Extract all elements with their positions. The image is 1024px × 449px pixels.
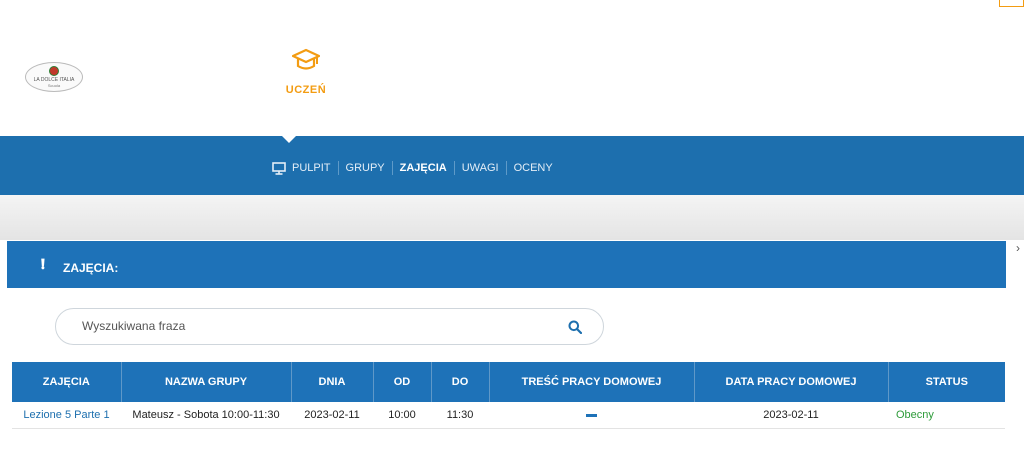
nav-item-oceny[interactable]: OCENY <box>505 161 560 175</box>
school-logo[interactable]: LA DOLCE ITALIA Scuola <box>25 62 83 92</box>
column-header[interactable]: TREŚĆ PRACY DOMOWEJ <box>489 362 695 402</box>
zajecia-panel: ❗︎ ZAJĘCIA: ZAJĘCIA NAZWA GRUPY DNIA OD … <box>7 241 1006 449</box>
main-nav: PULPIT GRUPY ZAJĘCIA UWAGI OCENY <box>0 136 1024 195</box>
exclamation-icon: ❗︎ <box>41 256 45 272</box>
column-header[interactable]: OD <box>373 362 432 402</box>
homework-date-cell: 2023-02-11 <box>694 402 888 429</box>
empty-dash-icon <box>586 413 597 417</box>
column-header[interactable]: STATUS <box>888 362 1005 402</box>
nav-label: UWAGI <box>461 162 499 174</box>
graduation-cap-icon <box>292 48 320 70</box>
panel-title: ZAJĘCIA: <box>63 261 119 275</box>
corner-box <box>999 0 1024 7</box>
column-header[interactable]: NAZWA GRUPY <box>121 362 292 402</box>
column-header[interactable]: DNIA <box>291 362 374 402</box>
search-icon[interactable] <box>568 320 582 334</box>
nav-label: PULPIT <box>292 162 331 174</box>
date-cell: 2023-02-11 <box>291 402 373 429</box>
column-header[interactable]: ZAJĘCIA <box>12 362 122 402</box>
nav-notch <box>282 136 296 143</box>
status-badge: Obecny <box>888 402 1005 429</box>
chevron-right-icon[interactable]: › <box>1016 241 1020 255</box>
search-input[interactable] <box>80 318 564 334</box>
nav-item-uwagi[interactable]: UWAGI <box>453 161 506 175</box>
top-header: LA DOLCE ITALIA Scuola UCZEŃ <box>0 0 1024 136</box>
group-name-cell: Mateusz - Sobota 10:00-11:30 <box>121 402 291 429</box>
table-row: Lezione 5 Parte 1 Mateusz - Sobota 10:00… <box>12 402 1005 429</box>
nav-item-pulpit[interactable]: PULPIT <box>272 161 338 175</box>
emblem-icon <box>49 66 59 76</box>
lesson-link[interactable]: Lezione 5 Parte 1 <box>12 402 121 429</box>
nav-label: ZAJĘCIA <box>399 162 447 174</box>
role-label: UCZEŃ <box>285 84 327 96</box>
spacer-band <box>0 195 1024 240</box>
role-student[interactable]: UCZEŃ <box>276 48 336 96</box>
monitor-icon <box>272 161 286 175</box>
panel-header: ❗︎ ZAJĘCIA: <box>7 241 1006 288</box>
column-header[interactable]: DATA PRACY DOMOWEJ <box>694 362 889 402</box>
nav-item-zajecia[interactable]: ZAJĘCIA <box>391 161 454 175</box>
lessons-table: ZAJĘCIA NAZWA GRUPY DNIA OD DO TREŚĆ PRA… <box>12 362 1005 429</box>
end-time-cell: 11:30 <box>431 402 489 429</box>
start-time-cell: 10:00 <box>373 402 431 429</box>
search-box <box>55 308 604 345</box>
column-header[interactable]: DO <box>431 362 490 402</box>
homework-content-cell <box>489 402 694 429</box>
nav-item-grupy[interactable]: GRUPY <box>337 161 392 175</box>
nav-label: GRUPY <box>345 162 385 174</box>
nav-label: OCENY <box>513 162 553 174</box>
table-header-row: ZAJĘCIA NAZWA GRUPY DNIA OD DO TREŚĆ PRA… <box>12 362 1005 402</box>
